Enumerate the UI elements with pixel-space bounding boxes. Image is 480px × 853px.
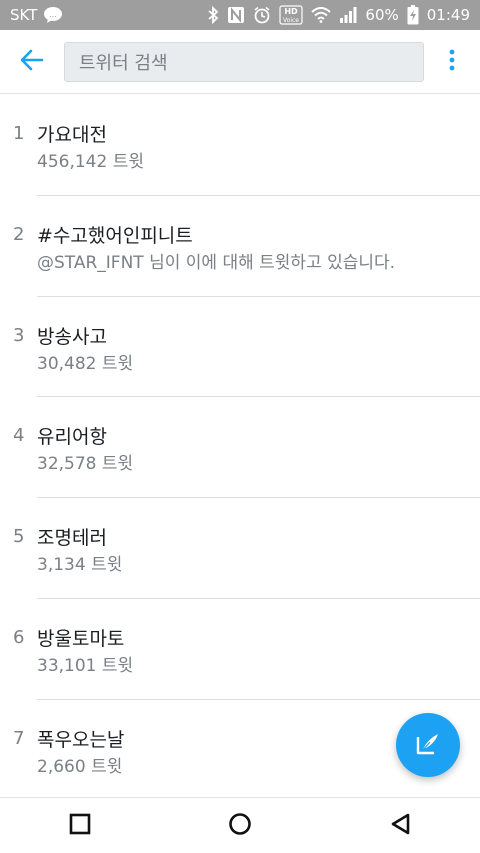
arrow-left-icon — [20, 49, 44, 75]
trend-title: 가요대전 — [37, 124, 107, 146]
trend-rank: 7 — [13, 727, 25, 749]
trend-context: @STAR_IFNT 님이 이에 대해 트윗하고 있습니다. — [37, 252, 396, 273]
overflow-menu-button[interactable] — [424, 30, 480, 94]
triangle-back-icon — [389, 812, 411, 840]
trend-title: 조명테러 — [37, 527, 107, 550]
trend-title: 방울토마토 — [37, 627, 125, 650]
trend-tweet-count: 32,578 트윗 — [37, 454, 134, 475]
alarm-clock-icon — [253, 6, 271, 24]
trend-rank: 1 — [13, 123, 25, 144]
trend-item[interactable]: 1 가요대전 456,142 트윗 — [0, 95, 480, 196]
overflow-menu-icon — [448, 49, 456, 75]
carrier-label: SKT — [10, 6, 38, 24]
bluetooth-icon — [207, 6, 219, 24]
trend-tweet-count: 33,101 트윗 — [37, 655, 134, 676]
hd-label: HD — [285, 7, 299, 16]
battery-charging-icon — [407, 5, 419, 25]
trend-tweet-count: 30,482 트윗 — [37, 353, 134, 374]
trend-item[interactable]: 6 방울토마토 33,101 트윗 — [0, 599, 480, 700]
trends-list: 1 가요대전 456,142 트윗 2 #수고했어인피니트 @STAR_IFNT… — [0, 95, 480, 801]
trend-item[interactable]: 3 방송사고 30,482 트윗 — [0, 297, 480, 398]
search-input[interactable]: 트위터 검색 — [64, 41, 424, 82]
compose-tweet-button[interactable] — [396, 713, 460, 777]
chat-bubble-icon: … — [43, 6, 63, 24]
trend-title: #수고했어인피니트 — [37, 224, 193, 247]
trend-item[interactable]: 2 #수고했어인피니트 @STAR_IFNT 님이 이에 대해 트윗하고 있습니… — [0, 196, 480, 297]
top-app-bar: 트위터 검색 — [0, 30, 480, 94]
recent-apps-button[interactable] — [50, 798, 110, 853]
trend-rank: 3 — [13, 324, 25, 346]
hd-voice-icon: HD Voice — [279, 5, 304, 25]
nfc-icon — [227, 6, 245, 24]
signal-strength-icon — [339, 7, 357, 23]
trend-rank: 6 — [13, 626, 25, 648]
system-back-button[interactable] — [370, 798, 430, 853]
trend-tweet-count: 456,142 트윗 — [37, 152, 144, 172]
trend-rank: 2 — [13, 223, 25, 245]
trend-rank: 5 — [13, 526, 25, 548]
status-bar: SKT … HD Voice 60% 01:49 — [0, 0, 480, 30]
circle-icon — [228, 812, 252, 840]
battery-percent: 60% — [365, 6, 399, 24]
wifi-icon — [311, 7, 332, 23]
system-navigation-bar — [0, 797, 480, 853]
trend-item[interactable]: 5 조명테러 3,134 트윗 — [0, 498, 480, 599]
trend-tweet-count: 3,134 트윗 — [37, 555, 123, 576]
compose-tweet-icon — [414, 729, 442, 761]
back-button[interactable] — [0, 30, 64, 94]
voice-label: Voice — [283, 17, 299, 24]
trend-rank: 4 — [13, 425, 25, 447]
trend-title: 폭우오는날 — [37, 728, 125, 751]
trend-tweet-count: 2,660 트윗 — [37, 756, 123, 777]
svg-text:…: … — [49, 10, 57, 19]
square-icon — [69, 813, 91, 839]
clock-time: 01:49 — [426, 6, 470, 24]
trend-item[interactable]: 4 유리어항 32,578 트윗 — [0, 397, 480, 499]
home-button[interactable] — [210, 798, 270, 853]
trend-title: 유리어항 — [37, 426, 107, 449]
trend-title: 방송사고 — [37, 325, 107, 348]
